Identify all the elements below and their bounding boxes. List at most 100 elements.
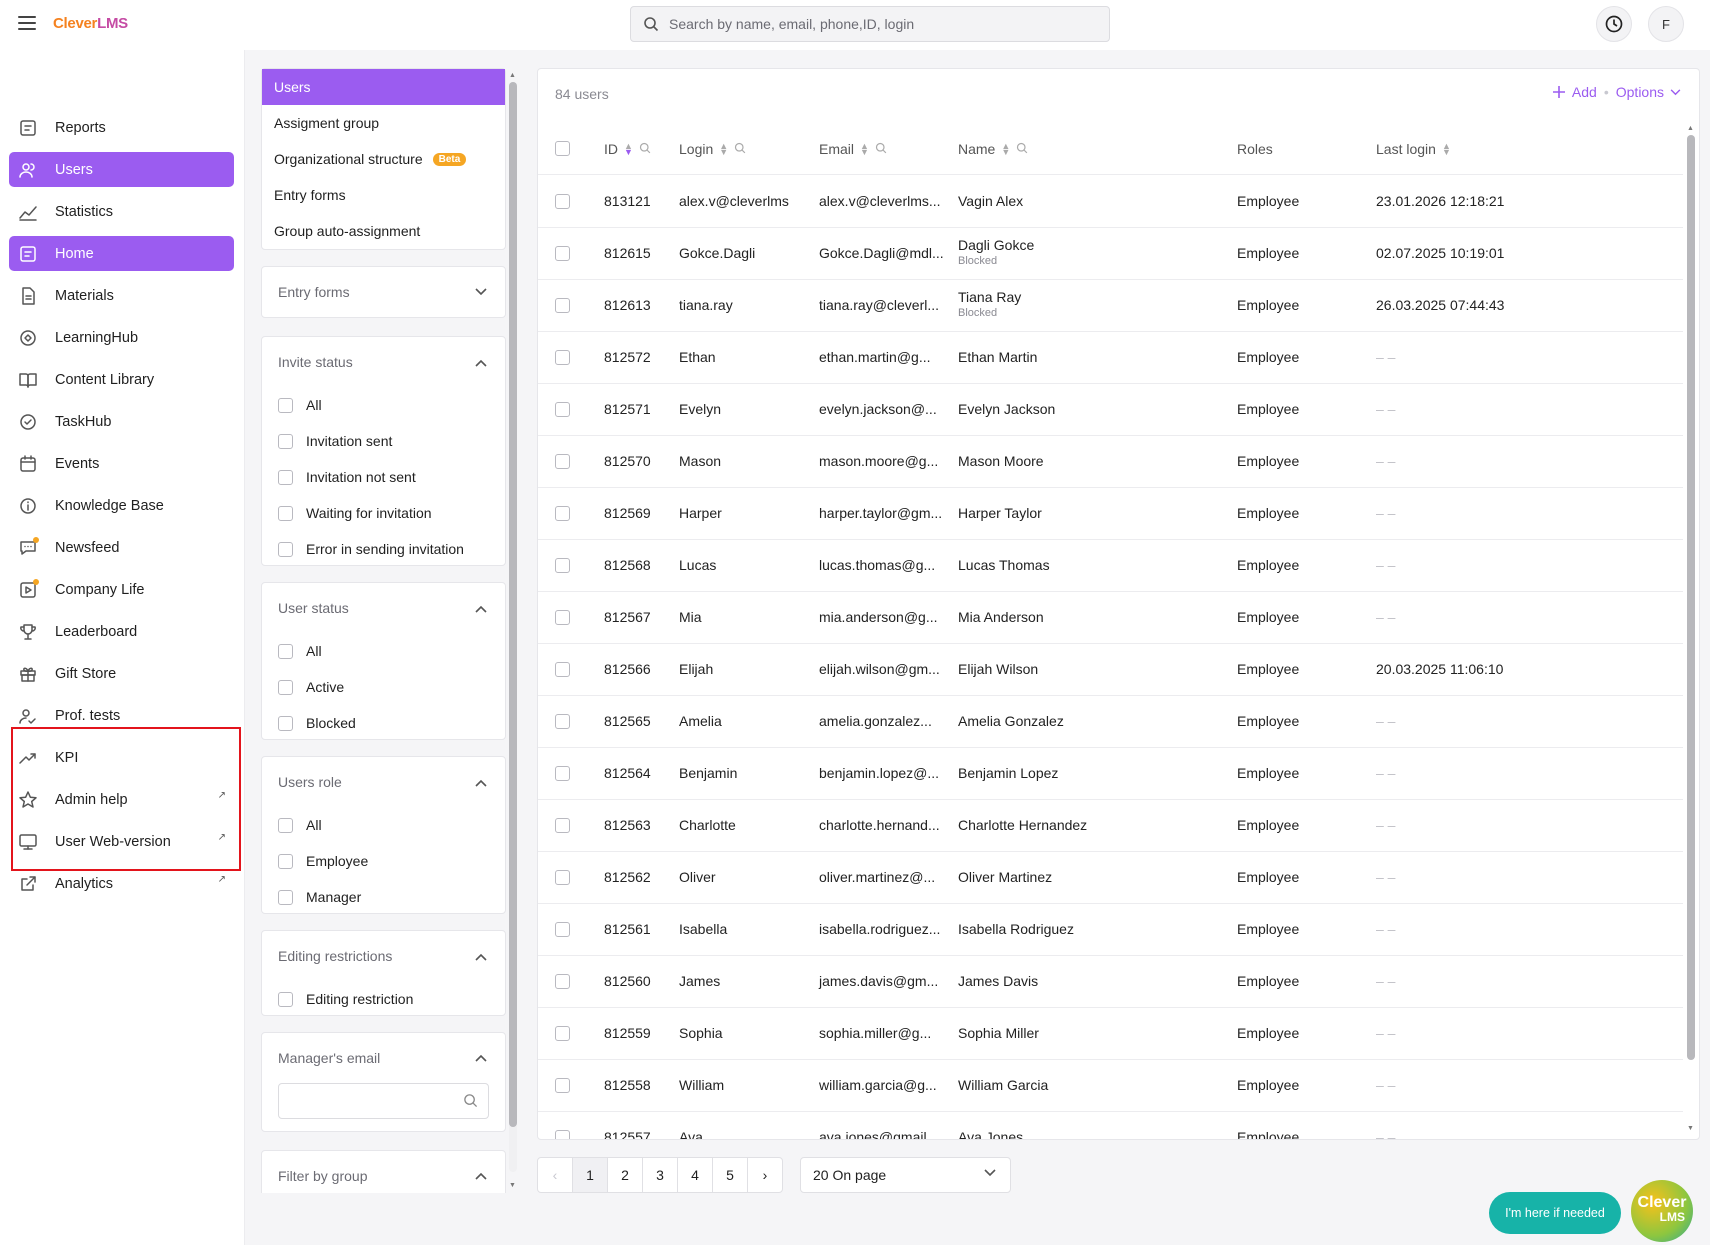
sidebar-item-home[interactable]: Home [9,236,234,271]
scroll-up-icon[interactable]: ▲ [1687,125,1694,132]
avatar[interactable]: F [1648,6,1684,42]
table-row[interactable]: 812567 Mia mia.anderson@g... Mia Anderson Em… [538,592,1683,644]
row-checkbox[interactable] [555,818,570,833]
row-checkbox[interactable] [555,350,570,365]
logo[interactable]: CleverLMS [53,15,128,32]
scrollbar-thumb[interactable] [509,82,517,1127]
row-checkbox[interactable] [555,610,570,625]
filter-scrollbar[interactable]: ▲ ▼ [509,72,517,1192]
sort-icon[interactable]: ▲ ▼ [860,142,869,157]
row-checkbox[interactable] [555,766,570,781]
row-checkbox[interactable] [555,1026,570,1041]
row-checkbox[interactable] [555,402,570,417]
column-header-name[interactable]: Name ▲ ▼ [958,141,1028,157]
row-checkbox[interactable] [555,1078,570,1093]
checkbox[interactable] [278,643,293,659]
plus-icon[interactable] [1552,85,1566,99]
table-row[interactable]: 812563 Charlotte charlotte.hernand... Charl… [538,800,1683,852]
checkbox[interactable] [278,889,293,905]
table-row[interactable]: 813121 alex.v@cleverlms alex.v@cleverlms..… [538,176,1683,228]
sidebar-item-company-life[interactable]: Company Life [9,572,234,607]
table-row[interactable]: 812562 Oliver oliver.martinez@... Oliver Ma… [538,852,1683,904]
filter-option[interactable]: All [262,387,505,423]
filter-option[interactable]: Error in sending invitation [262,531,505,567]
table-row[interactable]: 812557 Ava ava.jones@gmail.... Ava Jones Emp… [538,1112,1683,1139]
checkbox[interactable] [278,817,293,833]
filter-option[interactable]: Invitation not sent [262,459,505,495]
next-page-button[interactable]: › [747,1157,783,1193]
column-header-login[interactable]: Login ▲ ▼ [679,141,746,157]
table-row[interactable]: 812569 Harper harper.taylor@gm... Harper Ta… [538,488,1683,540]
table-row[interactable]: 812561 Isabella isabella.rodriguez... Isabe… [538,904,1683,956]
table-row[interactable]: 812570 Mason mason.moore@g... Mason Moore Em… [538,436,1683,488]
options-button[interactable]: Options [1616,84,1664,100]
sort-icon[interactable]: ▲ ▼ [1001,142,1010,157]
filter-option[interactable]: All [262,633,505,669]
page-button-5[interactable]: 5 [712,1157,748,1193]
checkbox[interactable] [278,853,293,869]
column-header-last-login[interactable]: Last login ▲ ▼ [1376,141,1451,157]
row-checkbox[interactable] [555,870,570,885]
scrollbar-thumb[interactable] [1687,135,1695,1060]
search-input[interactable] [669,7,1099,41]
table-row[interactable]: 812568 Lucas lucas.thomas@g... Lucas Thomas… [538,540,1683,592]
checkbox[interactable] [278,541,293,557]
table-row[interactable]: 812572 Ethan ethan.martin@g... Ethan Martin… [538,332,1683,384]
sort-icon[interactable]: ▲ ▼ [624,142,633,157]
column-header-email[interactable]: Email ▲ ▼ [819,141,887,157]
sidebar-item-users[interactable]: Users [9,152,234,187]
row-checkbox[interactable] [555,246,570,261]
checkbox[interactable] [278,505,293,521]
filter-option[interactable]: Invitation sent [262,423,505,459]
filter-by-group-header[interactable]: Filter by group [262,1151,505,1193]
table-row[interactable]: 812560 James james.davis@gm... James Davis E… [538,956,1683,1008]
menu-icon[interactable] [18,16,36,30]
managers-email-field[interactable] [278,1083,489,1119]
sidebar-item-newsfeed[interactable]: Newsfeed [9,530,234,565]
filter-option[interactable]: Employee [262,843,505,879]
page-button-1[interactable]: 1 [572,1157,608,1193]
sidebar-item-statistics[interactable]: Statistics [9,194,234,229]
checkbox[interactable] [278,433,293,449]
filter-option[interactable]: Manager [262,879,505,915]
filter-option[interactable]: Editing restriction [262,981,505,1017]
sort-icon[interactable]: ▲ ▼ [1442,142,1451,157]
checkbox[interactable] [278,397,293,413]
sort-icon[interactable]: ▲ ▼ [719,142,728,157]
tab-group-auto-assignment[interactable]: Group auto-assignment [262,213,505,249]
help-logo-button[interactable]: Clever LMS [1631,1180,1693,1242]
column-search-icon[interactable] [734,141,746,157]
filter-option[interactable]: Blocked [262,705,505,741]
checkbox[interactable] [278,469,293,485]
column-search-icon[interactable] [875,141,887,157]
managers-email-header[interactable]: Manager's email [262,1033,505,1083]
per-page-select[interactable]: 20 On page [800,1157,1011,1193]
tab-assigment-group[interactable]: Assigment group [262,105,505,141]
row-checkbox[interactable] [555,298,570,313]
tab-organizational-structure[interactable]: Organizational structure Beta [262,141,505,177]
checkbox[interactable] [278,679,293,695]
table-row[interactable]: 812565 Amelia amelia.gonzalez... Amelia Gon… [538,696,1683,748]
managers-email-input[interactable] [287,1084,457,1118]
row-checkbox[interactable] [555,714,570,729]
page-button-3[interactable]: 3 [642,1157,678,1193]
table-row[interactable]: 812613 tiana.ray tiana.ray@cleverl... Tiana… [538,280,1683,332]
table-row[interactable]: 812559 Sophia sophia.miller@g... Sophia Mil… [538,1008,1683,1060]
table-row[interactable]: 812558 William william.garcia@g... William … [538,1060,1683,1112]
user-status-header[interactable]: User status [262,583,505,633]
sidebar-item-materials[interactable]: Materials [9,278,234,313]
users-role-header[interactable]: Users role [262,757,505,807]
tab-entry-forms[interactable]: Entry forms [262,177,505,213]
table-row[interactable]: 812615 Gokce.Dagli Gokce.Dagli@mdl... Dagli… [538,228,1683,280]
page-button-2[interactable]: 2 [607,1157,643,1193]
filter-option[interactable]: Active [262,669,505,705]
sidebar-item-gift-store[interactable]: Gift Store [9,656,234,691]
row-checkbox[interactable] [555,922,570,937]
scroll-down-icon[interactable]: ▼ [1687,1125,1694,1132]
select-all-checkbox[interactable] [555,141,570,156]
table-row[interactable]: 812564 Benjamin benjamin.lopez@... Benjamin… [538,748,1683,800]
history-button[interactable] [1596,6,1632,42]
column-header-roles[interactable]: Roles [1237,141,1273,157]
row-checkbox[interactable] [555,506,570,521]
tab-users[interactable]: Users [262,69,505,105]
